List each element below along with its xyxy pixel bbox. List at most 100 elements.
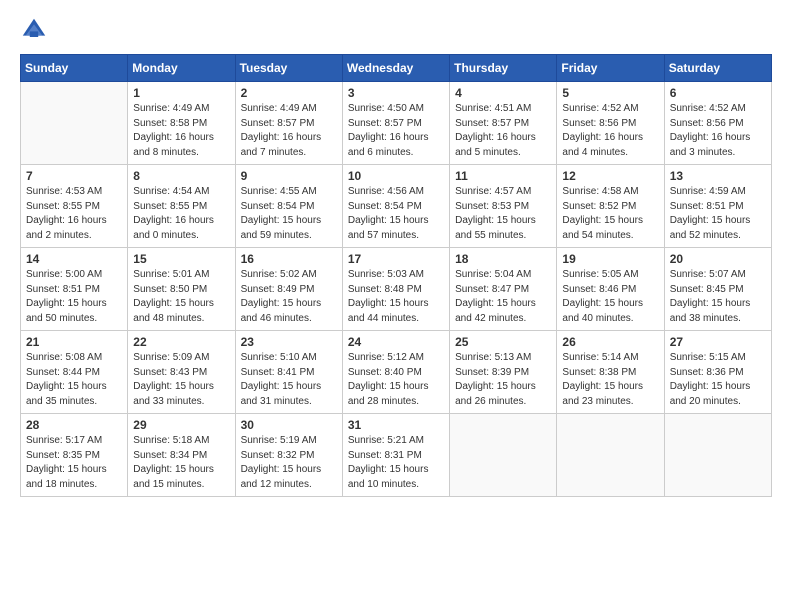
day-number: 31 (348, 418, 444, 432)
day-info: Sunrise: 4:57 AM Sunset: 8:53 PM Dayligh… (455, 185, 551, 243)
calendar-cell: 5 Sunrise: 4:52 AM Sunset: 8:56 PM Daylig… (557, 82, 664, 165)
day-info: Sunrise: 5:00 AM Sunset: 8:51 PM Dayligh… (26, 268, 122, 326)
day-number: 29 (133, 418, 229, 432)
calendar-cell: 7 Sunrise: 4:53 AM Sunset: 8:55 PM Daylig… (21, 165, 128, 248)
day-info: Sunrise: 4:58 AM Sunset: 8:52 PM Dayligh… (562, 185, 658, 243)
calendar-cell: 3 Sunrise: 4:50 AM Sunset: 8:57 PM Daylig… (342, 82, 449, 165)
calendar-week-4: 21 Sunrise: 5:08 AM Sunset: 8:44 PM Dayli… (21, 331, 772, 414)
calendar-cell: 14 Sunrise: 5:00 AM Sunset: 8:51 PM Dayli… (21, 248, 128, 331)
day-number: 11 (455, 169, 551, 183)
calendar-header-sunday: Sunday (21, 55, 128, 82)
calendar-cell (21, 82, 128, 165)
day-number: 25 (455, 335, 551, 349)
day-number: 15 (133, 252, 229, 266)
calendar-cell: 6Sunrise: 4:52 AM Sunset: 8:56 PM Daylig… (664, 82, 771, 165)
day-number: 10 (348, 169, 444, 183)
day-info: Sunrise: 5:08 AM Sunset: 8:44 PM Dayligh… (26, 351, 122, 409)
day-info: Sunrise: 4:56 AM Sunset: 8:54 PM Dayligh… (348, 185, 444, 243)
day-info: Sunrise: 5:21 AM Sunset: 8:31 PM Dayligh… (348, 434, 444, 492)
day-info: Sunrise: 4:54 AM Sunset: 8:55 PM Dayligh… (133, 185, 229, 243)
day-number: 8 (133, 169, 229, 183)
calendar-cell: 22 Sunrise: 5:09 AM Sunset: 8:43 PM Dayli… (128, 331, 235, 414)
calendar-week-2: 7 Sunrise: 4:53 AM Sunset: 8:55 PM Daylig… (21, 165, 772, 248)
calendar-cell: 9Sunrise: 4:55 AM Sunset: 8:54 PM Daylig… (235, 165, 342, 248)
day-info: Sunrise: 5:14 AM Sunset: 8:38 PM Dayligh… (562, 351, 658, 409)
day-number: 6 (670, 86, 766, 100)
day-number: 23 (241, 335, 337, 349)
calendar-cell: 25 Sunrise: 5:13 AM Sunset: 8:39 PM Dayli… (450, 331, 557, 414)
calendar-cell: 1 Sunrise: 4:49 AM Sunset: 8:58 PM Daylig… (128, 82, 235, 165)
day-info: Sunrise: 4:50 AM Sunset: 8:57 PM Dayligh… (348, 102, 444, 160)
logo-icon (20, 16, 48, 44)
calendar-cell (450, 414, 557, 497)
day-info: Sunrise: 5:18 AM Sunset: 8:34 PM Dayligh… (133, 434, 229, 492)
calendar-cell: 4 Sunrise: 4:51 AM Sunset: 8:57 PM Daylig… (450, 82, 557, 165)
day-info: Sunrise: 4:59 AM Sunset: 8:51 PM Dayligh… (670, 185, 766, 243)
calendar-cell: 23 Sunrise: 5:10 AM Sunset: 8:41 PM Dayli… (235, 331, 342, 414)
calendar-header-wednesday: Wednesday (342, 55, 449, 82)
day-number: 14 (26, 252, 122, 266)
day-number: 26 (562, 335, 658, 349)
calendar-week-1: 1 Sunrise: 4:49 AM Sunset: 8:58 PM Daylig… (21, 82, 772, 165)
day-number: 12 (562, 169, 658, 183)
day-number: 1 (133, 86, 229, 100)
day-info: Sunrise: 5:19 AM Sunset: 8:32 PM Dayligh… (241, 434, 337, 492)
calendar-cell: 15 Sunrise: 5:01 AM Sunset: 8:50 PM Dayli… (128, 248, 235, 331)
calendar-cell: 17 Sunrise: 5:03 AM Sunset: 8:48 PM Dayli… (342, 248, 449, 331)
day-info: Sunrise: 5:05 AM Sunset: 8:46 PM Dayligh… (562, 268, 658, 326)
day-info: Sunrise: 4:51 AM Sunset: 8:57 PM Dayligh… (455, 102, 551, 160)
day-number: 2 (241, 86, 337, 100)
day-number: 27 (670, 335, 766, 349)
calendar-cell: 30Sunrise: 5:19 AM Sunset: 8:32 PM Dayli… (235, 414, 342, 497)
day-number: 4 (455, 86, 551, 100)
day-number: 28 (26, 418, 122, 432)
day-number: 22 (133, 335, 229, 349)
calendar-cell (664, 414, 771, 497)
calendar-cell: 11 Sunrise: 4:57 AM Sunset: 8:53 PM Dayli… (450, 165, 557, 248)
day-number: 5 (562, 86, 658, 100)
day-info: Sunrise: 5:07 AM Sunset: 8:45 PM Dayligh… (670, 268, 766, 326)
calendar-cell: 27Sunrise: 5:15 AM Sunset: 8:36 PM Dayli… (664, 331, 771, 414)
day-info: Sunrise: 5:12 AM Sunset: 8:40 PM Dayligh… (348, 351, 444, 409)
day-number: 16 (241, 252, 337, 266)
calendar-cell: 10 Sunrise: 4:56 AM Sunset: 8:54 PM Dayli… (342, 165, 449, 248)
calendar-cell: 2Sunrise: 4:49 AM Sunset: 8:57 PM Daylig… (235, 82, 342, 165)
day-info: Sunrise: 4:53 AM Sunset: 8:55 PM Dayligh… (26, 185, 122, 243)
calendar-header-monday: Monday (128, 55, 235, 82)
calendar-cell: 24 Sunrise: 5:12 AM Sunset: 8:40 PM Dayli… (342, 331, 449, 414)
day-info: Sunrise: 5:09 AM Sunset: 8:43 PM Dayligh… (133, 351, 229, 409)
day-info: Sunrise: 4:52 AM Sunset: 8:56 PM Dayligh… (562, 102, 658, 160)
day-number: 13 (670, 169, 766, 183)
calendar-cell: 29 Sunrise: 5:18 AM Sunset: 8:34 PM Dayli… (128, 414, 235, 497)
calendar-header-thursday: Thursday (450, 55, 557, 82)
day-info: Sunrise: 4:49 AM Sunset: 8:58 PM Dayligh… (133, 102, 229, 160)
page: SundayMondayTuesdayWednesdayThursdayFrid… (0, 0, 792, 612)
calendar-week-5: 28Sunrise: 5:17 AM Sunset: 8:35 PM Dayli… (21, 414, 772, 497)
day-number: 21 (26, 335, 122, 349)
calendar-cell: 26 Sunrise: 5:14 AM Sunset: 8:38 PM Dayli… (557, 331, 664, 414)
day-info: Sunrise: 5:10 AM Sunset: 8:41 PM Dayligh… (241, 351, 337, 409)
day-info: Sunrise: 5:02 AM Sunset: 8:49 PM Dayligh… (241, 268, 337, 326)
calendar-header-friday: Friday (557, 55, 664, 82)
day-number: 3 (348, 86, 444, 100)
header (20, 16, 772, 44)
calendar-header-tuesday: Tuesday (235, 55, 342, 82)
day-info: Sunrise: 5:03 AM Sunset: 8:48 PM Dayligh… (348, 268, 444, 326)
calendar-cell: 19Sunrise: 5:05 AM Sunset: 8:46 PM Dayli… (557, 248, 664, 331)
calendar-cell: 8 Sunrise: 4:54 AM Sunset: 8:55 PM Daylig… (128, 165, 235, 248)
calendar-cell: 21 Sunrise: 5:08 AM Sunset: 8:44 PM Dayli… (21, 331, 128, 414)
day-number: 9 (241, 169, 337, 183)
day-number: 7 (26, 169, 122, 183)
calendar-header-row: SundayMondayTuesdayWednesdayThursdayFrid… (21, 55, 772, 82)
calendar-cell: 16 Sunrise: 5:02 AM Sunset: 8:49 PM Dayli… (235, 248, 342, 331)
day-number: 20 (670, 252, 766, 266)
day-number: 17 (348, 252, 444, 266)
day-number: 18 (455, 252, 551, 266)
day-number: 24 (348, 335, 444, 349)
day-info: Sunrise: 5:13 AM Sunset: 8:39 PM Dayligh… (455, 351, 551, 409)
calendar-cell: 18Sunrise: 5:04 AM Sunset: 8:47 PM Dayli… (450, 248, 557, 331)
day-info: Sunrise: 5:01 AM Sunset: 8:50 PM Dayligh… (133, 268, 229, 326)
calendar-cell: 13 Sunrise: 4:59 AM Sunset: 8:51 PM Dayli… (664, 165, 771, 248)
calendar-cell: 28Sunrise: 5:17 AM Sunset: 8:35 PM Dayli… (21, 414, 128, 497)
calendar-header-saturday: Saturday (664, 55, 771, 82)
